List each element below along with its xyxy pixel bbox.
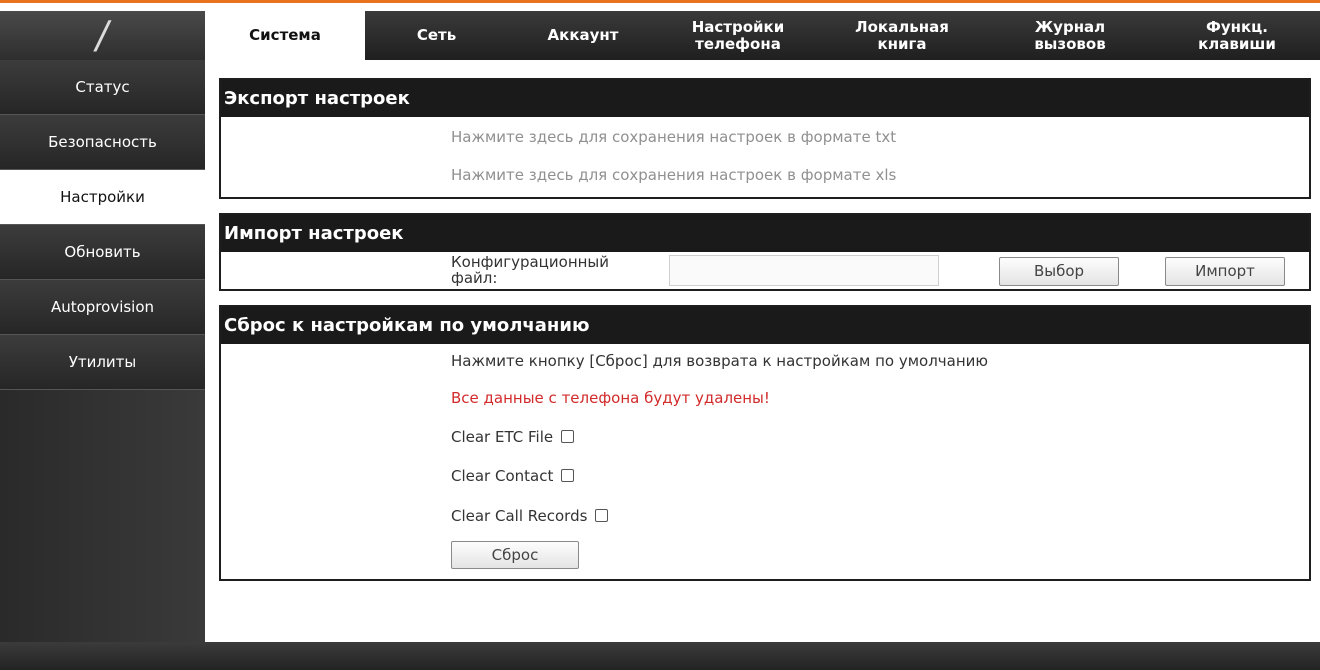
main-content: Экспорт настроек Нажмите здесь для сохра…	[219, 78, 1311, 595]
tab-phone-settings[interactable]: Настройки телефона	[658, 11, 818, 60]
import-section-title: Импорт настроек	[221, 215, 1309, 252]
export-section-title: Экспорт настроек	[221, 80, 1309, 117]
clear-call-records-checkbox[interactable]	[595, 509, 609, 522]
top-navigation: Система Сеть Аккаунт Настройки телефона …	[205, 11, 1320, 60]
sidebar-item-update[interactable]: Обновить	[0, 225, 205, 280]
tab-label: Сеть	[416, 26, 457, 44]
clear-etc-option: Clear ETC File	[451, 428, 575, 446]
sidebar-item-autoprovision[interactable]: Autoprovision	[0, 280, 205, 335]
tab-label: Аккаунт	[547, 26, 619, 44]
clear-call-records-option: Clear Call Records	[451, 507, 609, 525]
reset-section: Сброс к настройкам по умолчанию Нажмите …	[219, 305, 1311, 581]
tab-system[interactable]: Система	[205, 11, 365, 60]
tab-local-book[interactable]: Локальная книга	[818, 11, 986, 60]
tab-function-keys[interactable]: Функц. клавиши	[1154, 11, 1320, 60]
config-file-label-line2: файл:	[451, 269, 498, 287]
clear-etc-label: Clear ETC File	[451, 428, 554, 446]
sidebar-item-label: Статус	[75, 78, 130, 96]
tab-label-line1: Локальная	[855, 17, 949, 36]
clear-contact-checkbox[interactable]	[561, 469, 575, 482]
tab-account[interactable]: Аккаунт	[508, 11, 658, 60]
sidebar-item-status[interactable]: Статус	[0, 60, 205, 115]
clear-etc-checkbox[interactable]	[561, 430, 575, 443]
clear-contact-label: Clear Contact	[451, 467, 554, 485]
tab-call-log[interactable]: Журнал вызовов	[986, 11, 1154, 60]
tab-label-line1: Настройки	[691, 17, 785, 36]
tab-network[interactable]: Сеть	[365, 11, 508, 60]
sidebar-item-security[interactable]: Безопасность	[0, 115, 205, 170]
tab-label-line2: телефона	[695, 34, 781, 53]
logo-slash: /	[92, 13, 113, 57]
sidebar-item-settings[interactable]: Настройки	[0, 170, 205, 225]
sidebar: Статус Безопасность Настройки Обновить A…	[0, 60, 205, 642]
footer-bar	[0, 642, 1320, 670]
choose-file-button[interactable]: Выбор	[999, 257, 1119, 286]
tab-label-line2: вызовов	[1034, 34, 1106, 53]
tab-label-line2: книга	[877, 34, 927, 53]
import-button[interactable]: Импорт	[1165, 257, 1285, 286]
tab-label-line2: клавиши	[1198, 34, 1276, 53]
sidebar-item-utilities[interactable]: Утилиты	[0, 335, 205, 390]
top-accent-bar	[0, 0, 1320, 8]
sidebar-item-label: Настройки	[60, 188, 145, 206]
export-xls-link[interactable]: Нажмите здесь для сохранения настроек в …	[451, 166, 896, 184]
config-file-field[interactable]	[669, 255, 939, 286]
export-txt-link[interactable]: Нажмите здесь для сохранения настроек в …	[451, 128, 896, 146]
config-file-label-line1: Конфигурационный	[451, 253, 610, 271]
sidebar-item-label: Обновить	[64, 243, 141, 261]
config-file-label: Конфигурационный файл:	[451, 254, 671, 286]
clear-call-records-label: Clear Call Records	[451, 507, 588, 525]
export-section: Экспорт настроек Нажмите здесь для сохра…	[219, 78, 1311, 199]
import-section: Импорт настроек Конфигурационный файл: В…	[219, 213, 1311, 291]
sidebar-item-label: Безопасность	[48, 133, 157, 151]
sidebar-item-label: Autoprovision	[50, 298, 155, 316]
reset-button[interactable]: Сброс	[451, 541, 579, 569]
sidebar-item-label: Утилиты	[68, 353, 137, 371]
tab-label: Система	[249, 26, 321, 44]
tab-label-line1: Журнал	[1034, 17, 1106, 36]
reset-instruction: Нажмите кнопку [Сброс] для возврата к на…	[451, 352, 989, 370]
reset-warning: Все данные с телефона будут удалены!	[451, 389, 770, 407]
tab-label-line1: Функц.	[1205, 17, 1268, 36]
reset-section-title: Сброс к настройкам по умолчанию	[221, 307, 1309, 344]
clear-contact-option: Clear Contact	[451, 467, 575, 485]
logo: /	[0, 11, 205, 60]
